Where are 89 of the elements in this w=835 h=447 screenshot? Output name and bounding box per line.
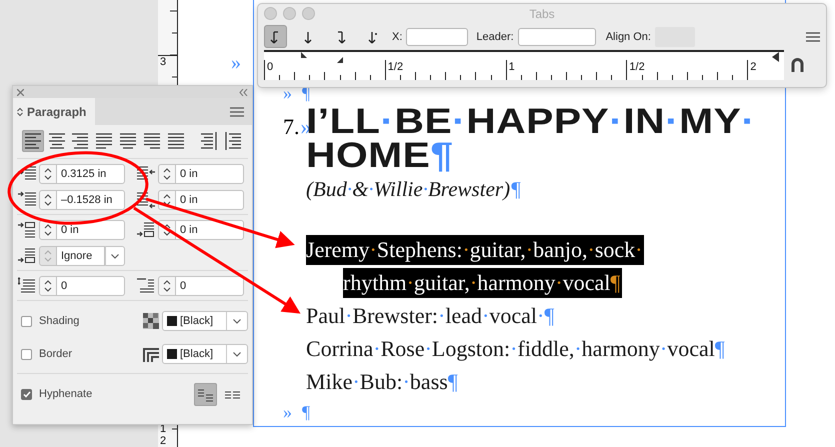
updown-icon	[44, 224, 52, 236]
menu-icon[interactable]	[806, 32, 820, 42]
song-credit: (Bud·&·Willie·Brewster)¶	[306, 176, 522, 203]
updown-icon	[44, 280, 52, 292]
field-icon	[137, 191, 155, 209]
checkbox-label: Border	[39, 348, 72, 360]
updown-icon	[44, 194, 52, 206]
song-title: HOME¶	[306, 138, 455, 172]
align-icon	[224, 132, 242, 150]
ruler-label: 1/2	[629, 61, 645, 73]
tab-align-button[interactable]	[264, 25, 287, 48]
number-field[interactable]: 0 in	[57, 220, 125, 240]
x-position-field[interactable]	[406, 28, 468, 46]
pilcrow: ¶	[302, 403, 310, 423]
checkbox-label: Hyphenate	[39, 388, 92, 400]
menu-icon[interactable]	[230, 106, 244, 116]
updown-icon	[163, 168, 171, 180]
text-line: Mike·Bub:·bass¶	[306, 368, 459, 396]
number-field[interactable]: 0.3125 in	[57, 164, 125, 184]
updown-icon	[163, 194, 171, 206]
align-icon	[200, 132, 218, 150]
panel-tab[interactable]: Paragraph	[13, 98, 96, 125]
ruler-label: 3	[160, 57, 166, 68]
tab-marker: »	[283, 403, 292, 423]
close-icon[interactable]	[17, 88, 24, 96]
alignment-button[interactable]	[22, 130, 44, 152]
field-icon	[18, 277, 36, 295]
field-label: Leader:	[476, 30, 514, 42]
collapse-icon[interactable]	[239, 88, 248, 96]
text-line: Paul·Brewster:·lead·vocal·¶	[306, 302, 556, 330]
indent-marker-icon[interactable]	[301, 52, 307, 58]
composer-button[interactable]	[194, 382, 217, 406]
stepper-button[interactable]	[39, 164, 57, 184]
checkbox[interactable]	[21, 316, 32, 326]
align-icon	[142, 132, 161, 150]
field-label: X:	[392, 30, 402, 42]
chevron-icon	[233, 352, 241, 356]
tab-marker: »	[283, 84, 292, 104]
number-field[interactable]: 0 in	[176, 190, 244, 210]
number-field[interactable]: 0 in	[176, 220, 244, 240]
ruler-label: 2	[750, 61, 756, 73]
swatch-dropdown[interactable]: [Black]	[162, 311, 248, 331]
leader-field[interactable]	[518, 28, 596, 46]
ruler-label: 1	[508, 61, 515, 73]
indent-marker-icon[interactable]	[337, 57, 343, 63]
align-icon	[24, 132, 42, 150]
dropdown-button[interactable]	[105, 246, 125, 266]
checkbox[interactable]	[21, 388, 32, 400]
align-icon	[119, 132, 138, 150]
align-icon	[95, 132, 114, 150]
number-field[interactable]: 0	[57, 276, 125, 296]
text-line: Corrina·Rose·Logston:·fiddle,·harmony·vocal¶	[306, 335, 726, 363]
border-icon	[143, 346, 159, 362]
field-icon	[18, 221, 36, 239]
frame-marker-icon: »	[231, 52, 241, 75]
window-title: Tabs	[529, 6, 555, 20]
field-label: Align On:	[606, 30, 651, 42]
magnet-icon[interactable]	[791, 58, 804, 72]
updown-icon	[44, 250, 52, 262]
updown-icon	[163, 224, 171, 236]
tab-ruler[interactable]: 0 1/2 1 1/2 2	[264, 50, 784, 80]
swatch-dropdown[interactable]: [Black]	[162, 344, 248, 364]
checkbox[interactable]	[21, 348, 32, 360]
chevron-icon	[111, 254, 119, 258]
number-field[interactable]: 0 in	[176, 164, 244, 184]
updown-icon	[163, 280, 171, 292]
chevron-icon	[233, 318, 241, 324]
stepper-button[interactable]	[39, 276, 57, 296]
checkbox-label: Shading	[39, 315, 80, 327]
stepper-button[interactable]	[158, 276, 176, 296]
ruler-label: 0	[267, 61, 274, 73]
list-number: 7.	[283, 114, 300, 140]
align-icon	[71, 132, 90, 150]
field-icon	[18, 247, 36, 265]
indent-marker-icon[interactable]	[772, 52, 779, 62]
stepper-button[interactable]	[158, 164, 176, 184]
updown-icon	[17, 106, 23, 116]
stepper-button[interactable]	[39, 190, 57, 210]
shading-icon	[143, 313, 159, 329]
field-icon	[137, 277, 155, 295]
dropdown-field[interactable]: Ignore	[57, 246, 105, 266]
align-icon	[166, 132, 185, 150]
ruler-label: 1/2	[388, 61, 404, 73]
ruler-label: 2	[160, 436, 166, 447]
number-field[interactable]: 0	[176, 276, 244, 296]
number-field[interactable]: –0.1528 in	[57, 190, 125, 210]
updown-icon	[44, 168, 52, 180]
align-icon	[48, 132, 66, 150]
field-icon	[137, 221, 155, 239]
